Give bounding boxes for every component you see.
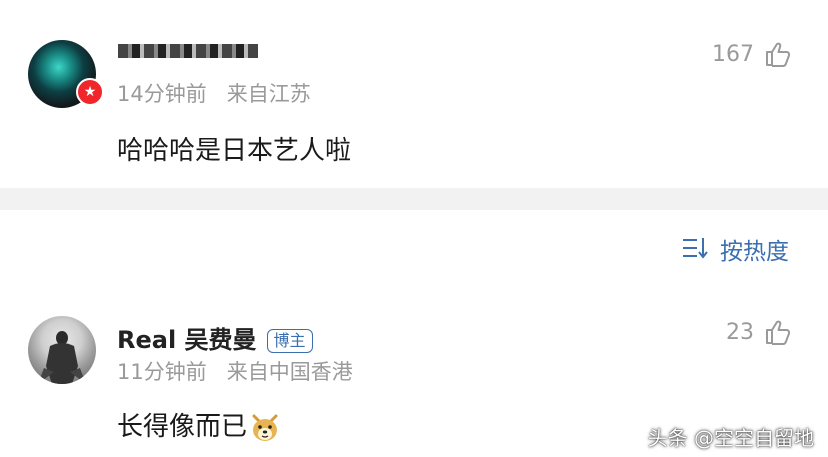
- verified-badge-icon: ★: [76, 78, 104, 106]
- thumbs-up-icon[interactable]: [764, 318, 792, 346]
- username[interactable]: Real 吴费曼 博主: [117, 320, 313, 355]
- comment-time: 14分钟前: [117, 82, 207, 106]
- comment-text: 长得像而已: [117, 406, 281, 444]
- username-text[interactable]: Real 吴费曼: [117, 326, 257, 354]
- comment-location: 来自中国香港: [226, 360, 353, 384]
- sort-bar: 按热度: [0, 210, 828, 290]
- doge-emoji-icon: [252, 414, 278, 441]
- watermark: 头条 @空空自留地: [647, 426, 814, 450]
- sort-icon[interactable]: [681, 234, 709, 262]
- like-count: 167: [712, 42, 754, 67]
- comment-meta: 11分钟前 来自中国香港: [117, 356, 353, 386]
- author-tag: 博主: [266, 329, 313, 353]
- like-count: 23: [726, 320, 754, 345]
- avatar[interactable]: [28, 316, 96, 384]
- comment-meta: 14分钟前 来自江苏: [117, 78, 311, 108]
- comment-card: ★ 14分钟前 来自江苏 哈哈哈是日本艺人啦 167: [0, 0, 828, 188]
- comment-text: 哈哈哈是日本艺人啦: [117, 136, 352, 166]
- comment-time: 11分钟前: [117, 360, 207, 384]
- statue-silhouette: [38, 331, 86, 384]
- comment-text-body: 长得像而已: [117, 412, 248, 442]
- masked-username: [118, 44, 258, 58]
- thumbs-up-icon[interactable]: [764, 40, 792, 68]
- section-divider: [0, 188, 828, 210]
- comment-card: Real 吴费曼 博主 11分钟前 来自中国香港 长得像而已 23 头条 @空空自留…: [0, 290, 828, 457]
- comment-location: 来自江苏: [226, 82, 311, 106]
- sort-by-hot-button[interactable]: 按热度: [720, 232, 789, 266]
